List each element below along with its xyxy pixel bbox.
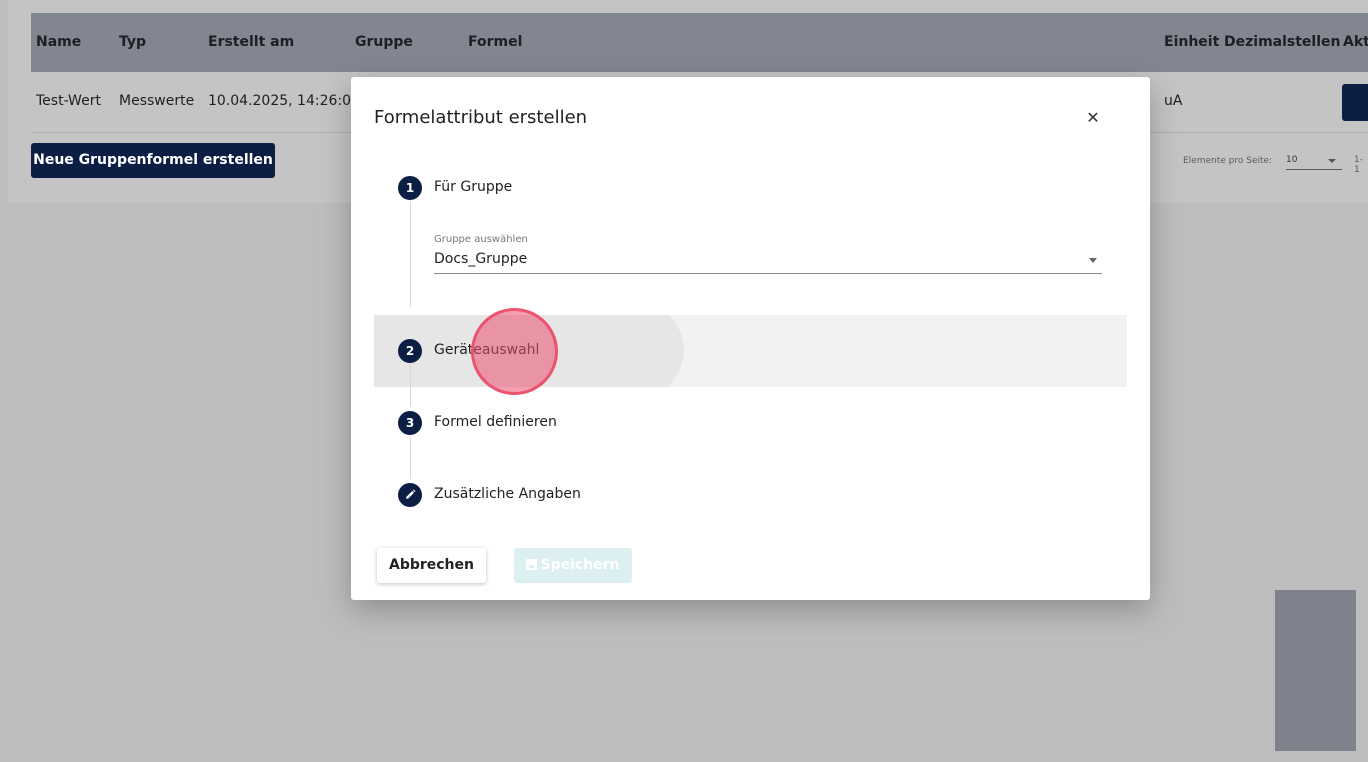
cancel-button[interactable]: Abbrechen (377, 548, 486, 583)
stepper-line-2 (410, 364, 411, 406)
save-button-label: Speichern (540, 557, 620, 573)
stepper-line-3 (410, 436, 411, 479)
cell-name: Test-Wert (36, 93, 101, 109)
chevron-down-icon[interactable] (1089, 258, 1097, 263)
column-header-typ[interactable]: Typ (119, 34, 146, 50)
page-size-value: 10 (1286, 155, 1298, 165)
chevron-down-icon (1328, 159, 1336, 163)
pencil-icon[interactable] (398, 483, 422, 507)
pencil-icon-svg (406, 489, 416, 499)
column-header-erstellt-am[interactable]: Erstellt am (208, 34, 294, 50)
group-select[interactable]: Docs_Gruppe (434, 251, 527, 267)
column-header-formel[interactable]: Formel (468, 34, 522, 50)
step-2-number[interactable]: 2 (398, 339, 422, 363)
cell-erstellt-am: 10.04.2025, 14:26:06 (208, 93, 360, 109)
create-formula-attribute-dialog: Formelattribut erstellen ✕ 1 Für Gruppe … (351, 77, 1150, 600)
page-range: 1-1 (1354, 155, 1363, 175)
stepper-line-1 (410, 201, 411, 307)
group-select-label: Gruppe auswählen (434, 234, 528, 245)
cell-typ: Messwerte (119, 93, 195, 109)
column-header-aktionen[interactable]: Akti (1343, 34, 1368, 50)
step-4-label[interactable]: Zusätzliche Angaben (434, 486, 581, 502)
save-button[interactable]: Speichern (514, 548, 632, 583)
step-3-label[interactable]: Formel definieren (434, 414, 557, 430)
group-select-underline (434, 273, 1102, 274)
dialog-title: Formelattribut erstellen (374, 107, 588, 128)
page-size-select[interactable]: 10 (1286, 153, 1342, 170)
row-action-button[interactable] (1342, 84, 1368, 121)
save-icon (526, 559, 538, 570)
step-1-number[interactable]: 1 (398, 176, 422, 200)
close-icon[interactable]: ✕ (1082, 107, 1104, 129)
new-group-formula-button[interactable]: Neue Gruppenformel erstellen (31, 143, 275, 178)
column-header-dezimalstellen[interactable]: Dezimalstellen (1224, 34, 1340, 50)
page-size-label: Elemente pro Seite: (1183, 156, 1273, 166)
step-1-label[interactable]: Für Gruppe (434, 179, 512, 195)
side-panel-block (1275, 590, 1356, 751)
click-indicator (471, 308, 558, 395)
column-header-gruppe[interactable]: Gruppe (355, 34, 413, 50)
column-header-name[interactable]: Name (36, 34, 81, 50)
step-3-number[interactable]: 3 (398, 411, 422, 435)
cell-einheit: uA (1164, 93, 1183, 109)
column-header-einheit[interactable]: Einheit (1164, 34, 1219, 50)
